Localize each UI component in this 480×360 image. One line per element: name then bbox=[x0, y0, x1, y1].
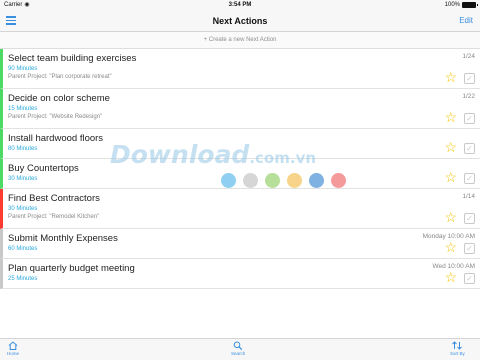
task-row[interactable]: Select team building exercises 90 Minutes… bbox=[0, 49, 480, 89]
task-list: Select team building exercises 90 Minutes… bbox=[0, 49, 480, 289]
create-next-action-button[interactable]: + Create a new Next Action bbox=[0, 32, 480, 49]
task-duration: 15 Minutes bbox=[8, 106, 38, 112]
task-name: Buy Countertops bbox=[8, 163, 79, 174]
star-icon[interactable]: ☆ bbox=[444, 270, 457, 284]
battery-fill bbox=[463, 3, 475, 7]
task-name: Plan quarterly budget meeting bbox=[8, 263, 135, 274]
task-duration: 80 Minutes bbox=[8, 146, 38, 152]
task-parent-project: Parent Project: "Plan corporate retreat" bbox=[8, 74, 112, 80]
star-icon[interactable]: ☆ bbox=[444, 210, 457, 224]
task-parent-project: Parent Project: "Remodel Kitchen" bbox=[8, 214, 100, 220]
status-bar: Carrier ◉ 3:54 PM 100% bbox=[0, 0, 480, 10]
tab-search[interactable]: Search bbox=[231, 341, 245, 356]
tab-sort-label: Sort By bbox=[450, 351, 465, 356]
task-duration: 25 Minutes bbox=[8, 276, 38, 282]
star-icon[interactable]: ☆ bbox=[444, 140, 457, 154]
tab-sort-by[interactable]: Sort By bbox=[450, 341, 465, 356]
task-duration: 60 Minutes bbox=[8, 246, 38, 252]
tab-bar: Home Search Sort By bbox=[0, 338, 480, 360]
task-row[interactable]: Plan quarterly budget meeting 25 Minutes W… bbox=[0, 259, 480, 289]
star-icon[interactable]: ☆ bbox=[444, 170, 457, 184]
task-due-info: 1/24 bbox=[462, 53, 475, 60]
star-icon[interactable]: ☆ bbox=[444, 240, 457, 254]
complete-checkbox[interactable]: ✓ bbox=[464, 273, 475, 284]
task-name: Install hardwood floors bbox=[8, 133, 104, 144]
complete-checkbox[interactable]: ✓ bbox=[464, 243, 475, 254]
edit-button[interactable]: Edit bbox=[459, 10, 473, 32]
star-icon[interactable]: ☆ bbox=[444, 110, 457, 124]
task-row[interactable]: Find Best Contractors 30 Minutes Parent Pr… bbox=[0, 189, 480, 229]
complete-checkbox[interactable]: ✓ bbox=[464, 73, 475, 84]
task-row[interactable]: Submit Monthly Expenses 60 Minutes Monday … bbox=[0, 229, 480, 259]
battery: 100% bbox=[444, 0, 478, 10]
task-name: Select team building exercises bbox=[8, 53, 137, 64]
task-row[interactable]: Decide on color scheme 15 Minutes Parent P… bbox=[0, 89, 480, 129]
search-icon bbox=[233, 341, 243, 350]
status-time: 3:54 PM bbox=[228, 2, 252, 8]
task-duration: 90 Minutes bbox=[8, 66, 38, 72]
complete-checkbox[interactable]: ✓ bbox=[464, 143, 475, 154]
task-row[interactable]: Install hardwood floors 80 Minutes ☆ ✓ bbox=[0, 129, 480, 159]
tab-home[interactable]: Home bbox=[7, 341, 19, 356]
complete-checkbox[interactable]: ✓ bbox=[464, 173, 475, 184]
battery-percent: 100% bbox=[444, 2, 460, 8]
navigation-bar: Next Actions Edit bbox=[0, 10, 480, 32]
home-icon bbox=[8, 341, 18, 350]
tab-home-label: Home bbox=[7, 351, 20, 356]
tab-search-label: Search bbox=[231, 351, 246, 356]
task-parent-project: Parent Project: "Website Redesign" bbox=[8, 114, 103, 120]
star-icon[interactable]: ☆ bbox=[444, 70, 457, 84]
task-row[interactable]: Buy Countertops 30 Minutes ☆ ✓ bbox=[0, 159, 480, 189]
task-name: Find Best Contractors bbox=[8, 193, 100, 204]
task-name: Submit Monthly Expenses bbox=[8, 233, 118, 244]
battery-icon bbox=[462, 2, 478, 8]
complete-checkbox[interactable]: ✓ bbox=[464, 113, 475, 124]
sort-icon bbox=[452, 341, 463, 350]
task-name: Decide on color scheme bbox=[8, 93, 110, 104]
page-title: Next Actions bbox=[212, 16, 268, 26]
task-duration: 30 Minutes bbox=[8, 206, 38, 212]
complete-checkbox[interactable]: ✓ bbox=[464, 213, 475, 224]
task-duration: 30 Minutes bbox=[8, 176, 38, 182]
task-due-info: 1/22 bbox=[462, 93, 475, 100]
task-due-info: 1/14 bbox=[462, 193, 475, 200]
